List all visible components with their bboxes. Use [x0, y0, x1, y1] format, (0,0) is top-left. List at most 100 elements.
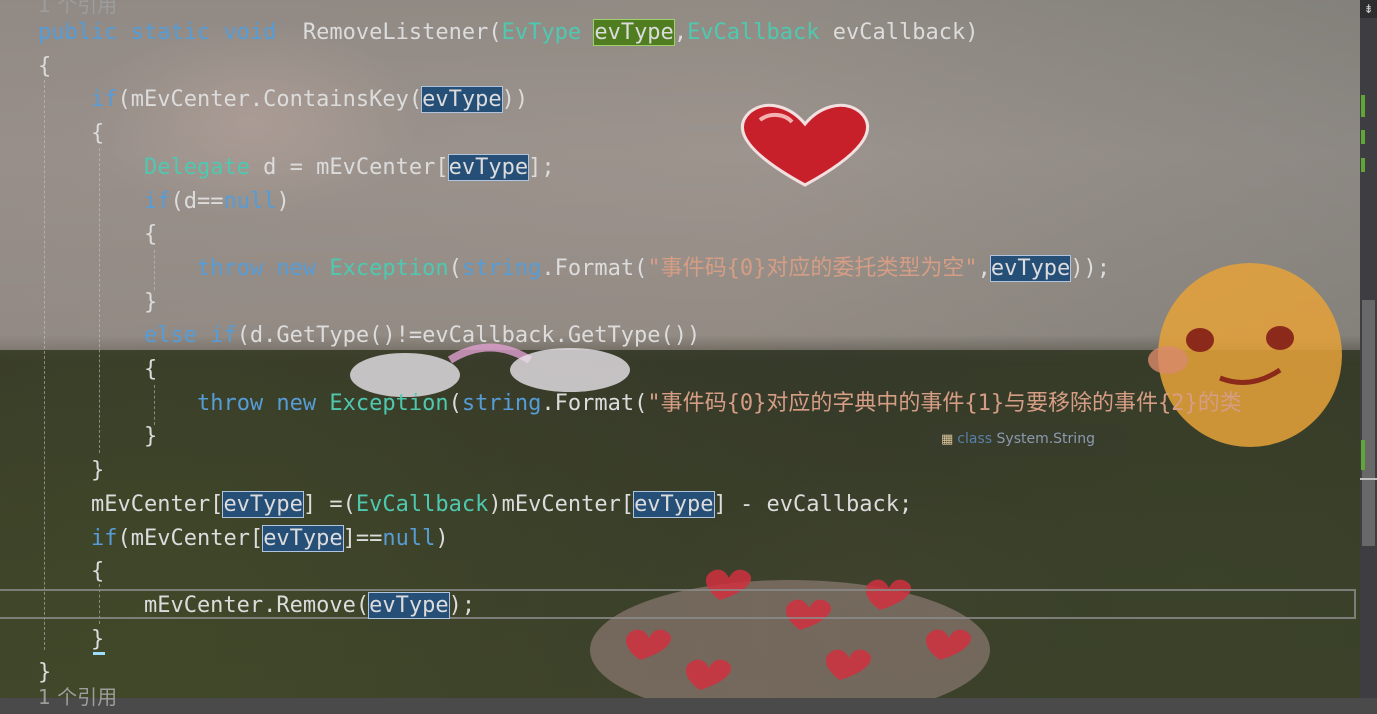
- code-token: ): [435, 525, 449, 551]
- code-token: (mEvCenter.ContainsKey(: [117, 87, 423, 113]
- code-line[interactable]: }: [38, 454, 104, 488]
- code-line[interactable]: if(mEvCenter[evType]==null): [38, 522, 449, 556]
- code-line[interactable]: }: [38, 286, 157, 320]
- code-line[interactable]: throw new Exception(string.Format("事件码{0…: [38, 252, 1110, 286]
- code-token: EvType: [501, 20, 582, 45]
- code-line[interactable]: mEvCenter.Remove(evType);: [38, 589, 475, 623]
- code-token: .Format(: [541, 255, 648, 281]
- code-token: ,: [673, 20, 688, 45]
- text-caret: [93, 652, 105, 655]
- code-token: else if: [143, 323, 237, 349]
- code-token: {: [38, 357, 158, 382]
- change-marker: [1361, 130, 1365, 144]
- code-line[interactable]: public static void RemoveListener(EvType…: [38, 16, 978, 50]
- code-editor[interactable]: 1 个引用 public static void RemoveListener(…: [0, 0, 1360, 709]
- class-icon: ▦: [941, 432, 954, 447]
- code-token: null: [223, 188, 277, 214]
- code-token: }: [38, 289, 158, 315]
- code-token: )): [501, 87, 529, 113]
- tooltip-keyword: class: [957, 431, 993, 447]
- highlighted-reference: evType: [262, 524, 344, 552]
- code-line[interactable]: else if(d.GetType()!=evCallback.GetType(…: [38, 319, 700, 353]
- scrollbar-thumb[interactable]: [1362, 300, 1375, 546]
- code-token: );: [448, 592, 476, 618]
- code-line[interactable]: }: [38, 420, 157, 454]
- code-token: mEvCenter[: [38, 491, 224, 517]
- code-token: "事件码{0}对应的字典中的事件{1}与要移除的事件{2}的类: [647, 390, 1242, 416]
- caret-marker: [1360, 478, 1377, 480]
- code-token: d = mEvCenter[: [249, 154, 449, 180]
- highlighted-reference: evType: [593, 19, 675, 46]
- code-line[interactable]: {: [38, 218, 157, 252]
- code-token: {: [38, 53, 52, 79]
- code-token: throw new: [196, 255, 317, 281]
- code-line[interactable]: {: [38, 50, 51, 84]
- code-token: string: [461, 390, 542, 416]
- codelens-references[interactable]: 1 个引用: [38, 680, 117, 714]
- code-token: ,: [977, 255, 991, 281]
- code-token: null: [382, 525, 436, 551]
- code-token: ] =(: [302, 491, 356, 517]
- code-token: }: [38, 424, 158, 450]
- code-line[interactable]: if(d==null): [38, 185, 290, 219]
- code-token: evCallback): [819, 20, 979, 45]
- code-token: Exception: [329, 255, 449, 281]
- code-token: ));: [1070, 255, 1111, 281]
- code-token: RemoveListener(: [276, 20, 502, 45]
- code-token: mEvCenter.Remove(: [38, 592, 370, 618]
- code-token: {: [38, 222, 158, 248]
- quickinfo-tooltip: ▦ class System.String: [927, 425, 1127, 455]
- highlighted-reference: evType: [222, 490, 304, 518]
- code-token: }: [38, 626, 105, 652]
- highlighted-reference: evType: [633, 490, 715, 518]
- vertical-scrollbar[interactable]: ⇟: [1360, 0, 1377, 698]
- code-token: ]==: [342, 525, 383, 551]
- highlighted-reference: evType: [989, 254, 1072, 282]
- highlighted-reference: evType: [447, 153, 530, 181]
- change-marker: [1361, 158, 1365, 172]
- code-token: if: [90, 87, 118, 113]
- code-line[interactable]: {: [38, 353, 157, 387]
- code-token: (d.GetType()!=evCallback.GetType()): [236, 323, 701, 349]
- code-line[interactable]: if(mEvCenter.ContainsKey(evType)): [38, 83, 528, 117]
- code-token: (: [448, 255, 462, 281]
- code-token: public static void: [38, 20, 277, 45]
- code-token: if: [90, 525, 118, 551]
- code-token: {: [38, 121, 105, 147]
- code-token: )mEvCenter[: [488, 491, 635, 517]
- code-token: (: [448, 390, 462, 416]
- code-token: throw new: [196, 390, 317, 416]
- code-token: {: [38, 559, 105, 585]
- code-token: }: [38, 458, 105, 484]
- highlighted-reference: evType: [368, 591, 450, 619]
- code-token: EvCallback: [687, 20, 820, 45]
- code-token: (mEvCenter[: [117, 525, 264, 551]
- code-line[interactable]: {: [38, 555, 104, 589]
- code-token: string: [461, 255, 542, 281]
- code-token: ];: [528, 154, 555, 180]
- code-line[interactable]: {: [38, 117, 104, 151]
- change-marker: [1361, 95, 1365, 117]
- code-token: .Format(: [541, 390, 648, 416]
- highlighted-reference: evType: [421, 86, 503, 114]
- tooltip-type-name: System.String: [996, 431, 1095, 447]
- split-window-button[interactable]: ⇟: [1360, 0, 1377, 18]
- code-token: "事件码{0}对应的委托类型为空": [647, 255, 978, 281]
- code-token: ): [276, 188, 290, 214]
- code-token: Exception: [329, 390, 449, 416]
- code-line[interactable]: throw new Exception(string.Format("事件码{0…: [38, 387, 1242, 421]
- code-line[interactable]: mEvCenter[evType] =(EvCallback)mEvCenter…: [38, 488, 912, 522]
- code-line[interactable]: Delegate d = mEvCenter[evType];: [38, 151, 555, 185]
- change-marker: [1361, 440, 1365, 470]
- code-token: if: [143, 188, 171, 214]
- code-token: Delegate: [143, 154, 250, 180]
